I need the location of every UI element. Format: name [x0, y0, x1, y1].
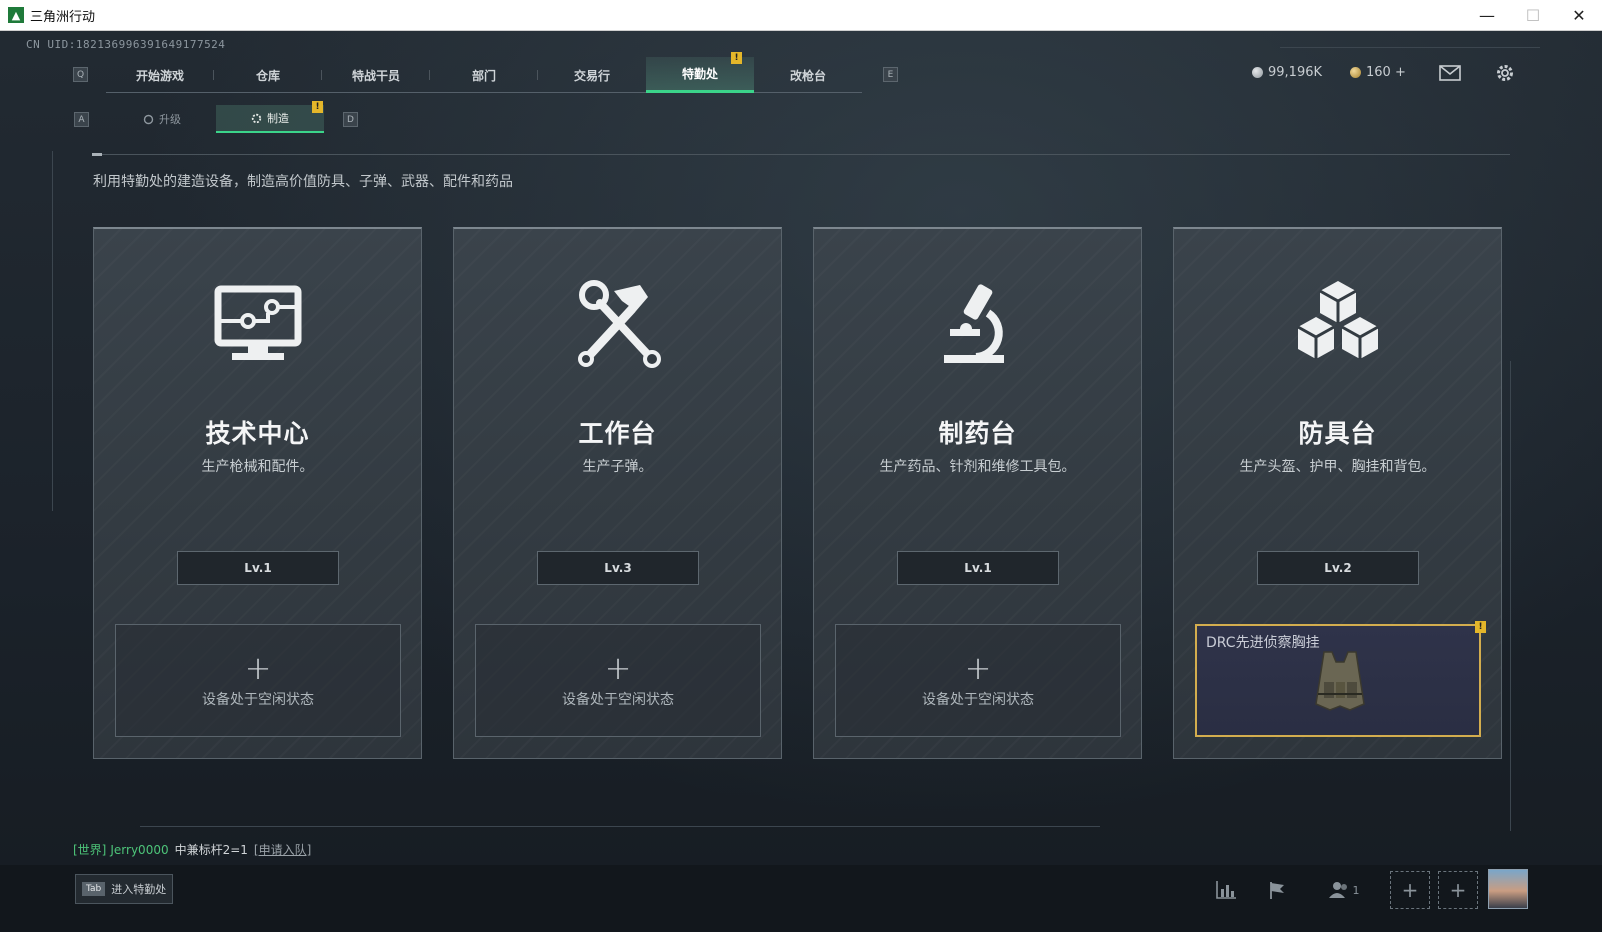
upgrade-icon	[143, 114, 154, 124]
tab-label: 制造	[267, 112, 289, 125]
alert-badge: !	[1475, 621, 1486, 633]
mail-icon[interactable]	[1437, 62, 1463, 84]
maximize-button[interactable]: ☐	[1510, 0, 1556, 31]
app-logo-icon: ▲	[8, 7, 24, 23]
divider-accent	[92, 153, 102, 156]
flag-icon[interactable]	[1258, 875, 1298, 905]
chest-rig-image	[1310, 648, 1370, 714]
apply-join-link[interactable]: [申请入队]	[254, 843, 311, 857]
chat-message: 中兼标杆2=1	[174, 843, 248, 857]
idle-status: 设备处于空闲状态	[562, 691, 674, 708]
card-title: 制药台	[938, 419, 1017, 448]
avatar[interactable]	[1488, 869, 1528, 909]
chat-user[interactable]: Jerry0000	[110, 843, 168, 857]
tab-gunsmith[interactable]: 改枪台	[754, 57, 862, 93]
level-badge: Lv.1	[177, 551, 339, 585]
enter-special-ops-button[interactable]: Tab 进入特勤处	[75, 874, 173, 904]
key-hint-e: E	[883, 67, 898, 82]
card-subtitle: 生产头盔、护甲、胸挂和背包。	[1239, 459, 1436, 475]
tab-upgrade[interactable]: 升级	[108, 105, 216, 133]
premium-value: 160 +	[1366, 65, 1406, 80]
idle-status: 设备处于空闲状态	[202, 691, 314, 708]
key-hint-a: A	[74, 112, 89, 127]
users-icon	[1328, 882, 1347, 898]
frame-line	[140, 826, 1100, 827]
crafting-item-slot[interactable]: DRC先进侦察胸挂	[1195, 624, 1481, 737]
player-uid: CN UID:18213699639164917752​4	[26, 38, 226, 51]
craft-slot[interactable]: + 设备处于空闲状态	[835, 624, 1121, 737]
currency-value: 99,196K	[1268, 65, 1323, 80]
card-title: 工作台	[578, 419, 657, 448]
stacked-boxes-icon	[1290, 277, 1386, 369]
card-armor-bench[interactable]: 防具台 生产头盔、护甲、胸挂和背包。 Lv.2 DRC先进侦察胸挂 !	[1173, 227, 1502, 759]
tab-label: 特勤处	[681, 67, 718, 81]
level-badge: Lv.3	[537, 551, 699, 585]
hammer-wrench-icon	[570, 277, 666, 369]
premium-currency[interactable]: 160 +	[1350, 65, 1406, 80]
minimize-button[interactable]: —	[1464, 0, 1510, 31]
card-title: 防具台	[1298, 419, 1377, 448]
craft-slot[interactable]: + 设备处于空闲状态	[115, 624, 401, 737]
window-title: 三角洲行动	[30, 9, 96, 25]
frame-line	[1280, 47, 1540, 48]
sub-nav: 升级 制造	[108, 105, 324, 133]
level-badge: Lv.2	[1257, 551, 1419, 585]
card-tech-center[interactable]: 技术中心 生产枪械和配件。 Lv.1 + 设备处于空闲状态	[93, 227, 422, 759]
tab-label: 开始游戏	[135, 68, 184, 83]
key-hint-d: D	[343, 112, 358, 127]
close-button[interactable]: ✕	[1556, 0, 1602, 31]
tab-craft[interactable]: 制造	[216, 105, 324, 133]
craft-gear-icon	[251, 113, 262, 123]
monitor-circuit-icon	[210, 277, 306, 369]
plus-icon: +	[604, 648, 632, 687]
idle-status: 设备处于空闲状态	[922, 691, 1034, 708]
gear-icon[interactable]	[1492, 62, 1518, 84]
coin-icon	[1252, 67, 1263, 78]
alert-badge: !	[312, 101, 323, 113]
plus-icon: +	[964, 648, 992, 687]
tab-label: 特战干员	[351, 68, 400, 83]
tab-warehouse[interactable]: 仓库	[214, 57, 322, 93]
card-pharmacy[interactable]: 制药台 生产药品、针剂和维修工具包。 Lv.1 + 设备处于空闲状态	[813, 227, 1142, 759]
main-nav: 开始游戏 仓库 特战干员 部门 交易行 特勤处 改枪台	[106, 57, 862, 93]
tab-label: 升级	[159, 113, 181, 126]
card-title: 技术中心	[205, 419, 310, 448]
frame-line	[52, 151, 53, 511]
tab-trading[interactable]: 交易行	[538, 57, 646, 93]
card-subtitle: 生产子弹。	[582, 459, 653, 475]
stats-chart-icon[interactable]	[1206, 875, 1246, 905]
gold-coin-icon	[1350, 67, 1361, 78]
chat-channel: [世界]	[73, 843, 107, 857]
invite-slot-button[interactable]: +	[1438, 871, 1478, 909]
tab-department[interactable]: 部门	[430, 57, 538, 93]
game-viewport: CN UID:18213699639164917752​4 Q 开始游戏 仓库 …	[0, 31, 1602, 932]
party-members[interactable]: 1	[1318, 875, 1370, 905]
party-count: 1	[1352, 883, 1360, 897]
tab-operators[interactable]: 特战干员	[322, 57, 430, 93]
microscope-icon	[930, 277, 1026, 369]
invite-slot-button[interactable]: +	[1390, 871, 1430, 909]
divider	[92, 154, 1510, 155]
level-badge: Lv.1	[897, 551, 1059, 585]
tab-label: 仓库	[255, 68, 280, 83]
enter-label: 进入特勤处	[111, 883, 167, 896]
alert-badge: !	[731, 52, 742, 64]
key-hint-q: Q	[73, 67, 88, 82]
tab-label: 交易行	[573, 68, 610, 83]
chat-line: [世界] Jerry0000 中兼标杆2=1 [申请入队]	[73, 841, 311, 858]
currency-balance: 99,196K	[1252, 65, 1322, 80]
card-subtitle: 生产药品、针剂和维修工具包。	[879, 459, 1076, 475]
tab-key-hint: Tab	[82, 882, 106, 896]
tab-label: 改枪台	[789, 68, 826, 83]
page-description: 利用特勤处的建造设备，制造高价值防具、子弹、武器、配件和药品	[93, 174, 513, 190]
card-workbench[interactable]: 工作台 生产子弹。 Lv.3 + 设备处于空闲状态	[453, 227, 782, 759]
tab-start-game[interactable]: 开始游戏	[106, 57, 214, 93]
frame-line	[1510, 361, 1511, 831]
craft-slot[interactable]: + 设备处于空闲状态	[475, 624, 761, 737]
card-subtitle: 生产枪械和配件。	[201, 459, 314, 475]
window-titlebar: ▲ 三角洲行动 — ☐ ✕	[0, 0, 1602, 31]
plus-icon: +	[244, 648, 272, 687]
item-name: DRC先进侦察胸挂	[1206, 635, 1320, 651]
tab-label: 部门	[471, 68, 496, 83]
